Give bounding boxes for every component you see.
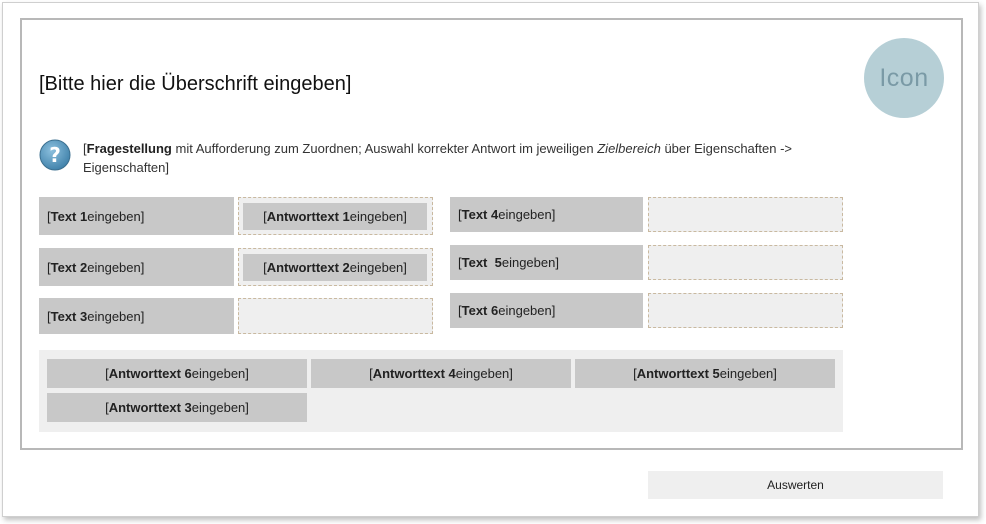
answer-chip-2[interactable]: [Antworttext 2 eingeben] (243, 254, 427, 281)
target-label-rest: eingeben] (498, 207, 556, 222)
target-label-bold: Text 6 (461, 303, 499, 318)
answer-chip-bold: Antworttext 5 (636, 366, 720, 381)
drop-zone-6[interactable] (648, 293, 843, 328)
answer-chip-bold: Antworttext 2 (266, 260, 350, 275)
question-icon: ? (39, 139, 71, 171)
svg-text:?: ? (49, 143, 61, 167)
answer-chip-bold: Antworttext 3 (108, 400, 192, 415)
placeholder-icon: Icon (864, 38, 944, 118)
target-label-rest: eingeben] (87, 308, 145, 324)
answer-chip-rest: eingeben] (719, 366, 777, 381)
target-label-bold: Text 1 (50, 208, 88, 224)
answer-chip-bold: Antworttext 6 (108, 366, 192, 381)
drop-zone-4[interactable] (648, 197, 843, 232)
question-text-1: mit Aufforderung zum Zuordnen; Auswahl k… (171, 141, 598, 156)
pool-answer-chip[interactable]: [Antworttext 5 eingeben] (575, 359, 835, 388)
evaluate-button[interactable]: Auswerten (648, 471, 943, 499)
target-label-6: [Text 6 eingeben] (450, 293, 643, 328)
target-label-4: [Text 4 eingeben] (450, 197, 643, 232)
pool-answer-chip[interactable]: [Antworttext 4 eingeben] (311, 359, 571, 388)
target-label-rest: eingeben] (87, 208, 145, 224)
target-label-rest: eingeben] (498, 303, 556, 318)
target-label-2: [Text 2 eingeben] (39, 248, 234, 286)
drop-zone-3[interactable] (238, 298, 433, 334)
answer-chip-bold: Antworttext 1 (266, 209, 350, 224)
answer-chip-rest: eingeben] (349, 260, 407, 275)
answer-chip-rest: eingeben] (349, 209, 407, 224)
answer-chip-rest: eingeben] (191, 366, 249, 381)
answer-chip-1[interactable]: [Antworttext 1 eingeben] (243, 203, 427, 230)
target-label-1: [Text 1 eingeben] (39, 197, 234, 235)
page-title: [Bitte hier die Überschrift eingeben] (39, 73, 352, 95)
target-label-bold: Text 5 (461, 255, 502, 270)
icon-label: Icon (879, 63, 929, 92)
pool-answer-chip[interactable]: [Antworttext 3 eingeben] (47, 393, 307, 422)
target-label-rest: eingeben] (87, 259, 145, 275)
pool-answer-chip[interactable]: [Antworttext 6 eingeben] (47, 359, 307, 388)
question-bold: Fragestellung (86, 141, 172, 156)
target-label-bold: Text 4 (461, 207, 499, 222)
target-label-rest: eingeben] (501, 255, 559, 270)
target-label-5: [Text 5 eingeben] (450, 245, 643, 280)
target-label-bold: Text 3 (50, 308, 88, 324)
answer-chip-rest: eingeben] (455, 366, 513, 381)
answer-chip-bold: Antworttext 4 (372, 366, 456, 381)
question-italic: Zielbereich (597, 141, 661, 156)
question-text: [Fragestellung mit Aufforderung zum Zuor… (83, 139, 803, 177)
target-label-3: [Text 3 eingeben] (39, 298, 234, 334)
answer-chip-rest: eingeben] (191, 400, 249, 415)
target-label-bold: Text 2 (50, 259, 88, 275)
drop-zone-5[interactable] (648, 245, 843, 280)
